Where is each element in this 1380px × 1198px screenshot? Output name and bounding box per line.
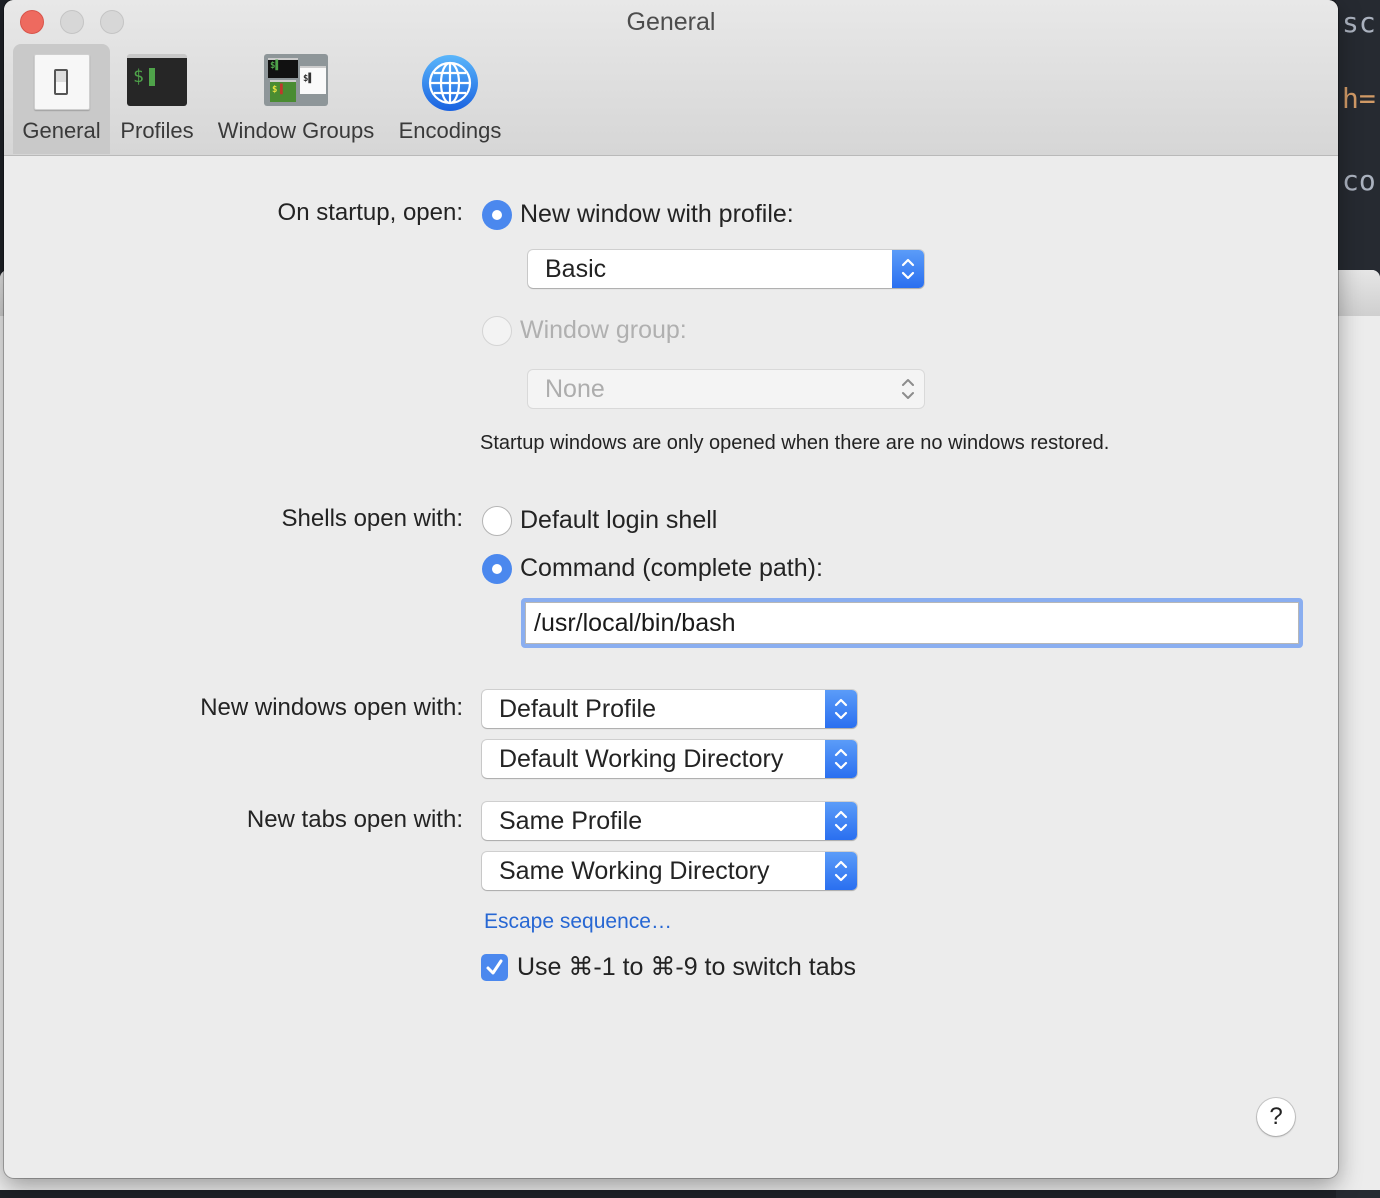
popup-value: Same Working Directory (499, 857, 770, 885)
command-radio-label[interactable]: Command (complete path): (520, 554, 823, 583)
tab-label: Encodings (398, 118, 502, 143)
tab-window-groups[interactable]: $▌ $▌ $ ▌ Window Groups (210, 44, 382, 154)
tab-label: Profiles (120, 118, 194, 143)
updown-arrows-icon (825, 690, 857, 728)
command-path-field[interactable] (521, 598, 1303, 648)
new-tabs-directory-popup[interactable]: Same Working Directory (482, 852, 857, 890)
popup-value: Basic (545, 255, 607, 283)
startup-profile-popup[interactable]: Basic (528, 250, 924, 288)
new-tabs-profile-popup[interactable]: Same Profile (482, 802, 857, 840)
popup-value: Default Profile (499, 695, 657, 723)
command-radio[interactable] (482, 554, 512, 584)
tab-encodings[interactable]: Encodings (392, 44, 508, 154)
toolbar: General General $ Profiles $▌ $▌ $ ▌ Wind… (4, 0, 1338, 156)
updown-arrows-icon (892, 250, 924, 288)
new-windows-label: New windows open with: (200, 694, 463, 721)
updown-arrows-icon (825, 852, 857, 890)
tab-general[interactable]: General (13, 44, 110, 154)
switch-icon (33, 54, 90, 110)
switch-tabs-checkbox[interactable] (481, 954, 508, 981)
startup-note: Startup windows are only opened when the… (480, 432, 1110, 454)
new-windows-profile-popup[interactable]: Default Profile (482, 690, 857, 728)
new-windows-directory-popup[interactable]: Default Working Directory (482, 740, 857, 778)
escape-sequence-link[interactable]: Escape sequence… (484, 910, 672, 934)
preferences-window: General General $ Profiles $▌ $▌ $ ▌ Wind… (4, 0, 1338, 1178)
checkmark-icon (486, 959, 503, 975)
window-title: General (626, 8, 716, 36)
popup-value: None (545, 375, 605, 403)
updown-arrows-icon (825, 802, 857, 840)
help-button[interactable]: ? (1257, 1098, 1295, 1136)
window-group-popup[interactable]: None (528, 370, 924, 408)
editor-text-fragment: co (1342, 164, 1376, 197)
popup-value: Default Working Directory (499, 745, 784, 773)
tab-label: Window Groups (217, 118, 375, 143)
updown-arrows-icon (892, 370, 924, 408)
window-group-radio[interactable] (482, 316, 512, 346)
popup-value: Same Profile (499, 807, 643, 835)
general-pane: On startup, open: New window with profil… (4, 156, 1338, 1178)
command-path-input[interactable] (525, 602, 1299, 644)
tab-profiles[interactable]: $ Profiles (114, 44, 200, 154)
window-group-radio-label[interactable]: Window group: (520, 316, 687, 345)
tab-label: General (22, 118, 101, 143)
shells-label: Shells open with: (281, 505, 463, 532)
default-login-shell-label[interactable]: Default login shell (520, 506, 717, 535)
updown-arrows-icon (825, 740, 857, 778)
new-window-radio-label[interactable]: New window with profile: (520, 200, 794, 229)
new-tabs-label: New tabs open with: (246, 806, 463, 833)
editor-text-fragment: sc (1342, 6, 1376, 39)
terminal-icon: $ (127, 54, 187, 106)
editor-text-fragment: h= (1342, 82, 1376, 115)
switch-tabs-label[interactable]: Use ⌘-1 to ⌘-9 to switch tabs (517, 952, 856, 982)
globe-icon (421, 54, 479, 112)
startup-label: On startup, open: (277, 199, 463, 226)
new-window-radio[interactable] (482, 200, 512, 230)
window-groups-icon: $▌ $▌ $ ▌ (264, 54, 328, 106)
default-login-shell-radio[interactable] (482, 506, 512, 536)
